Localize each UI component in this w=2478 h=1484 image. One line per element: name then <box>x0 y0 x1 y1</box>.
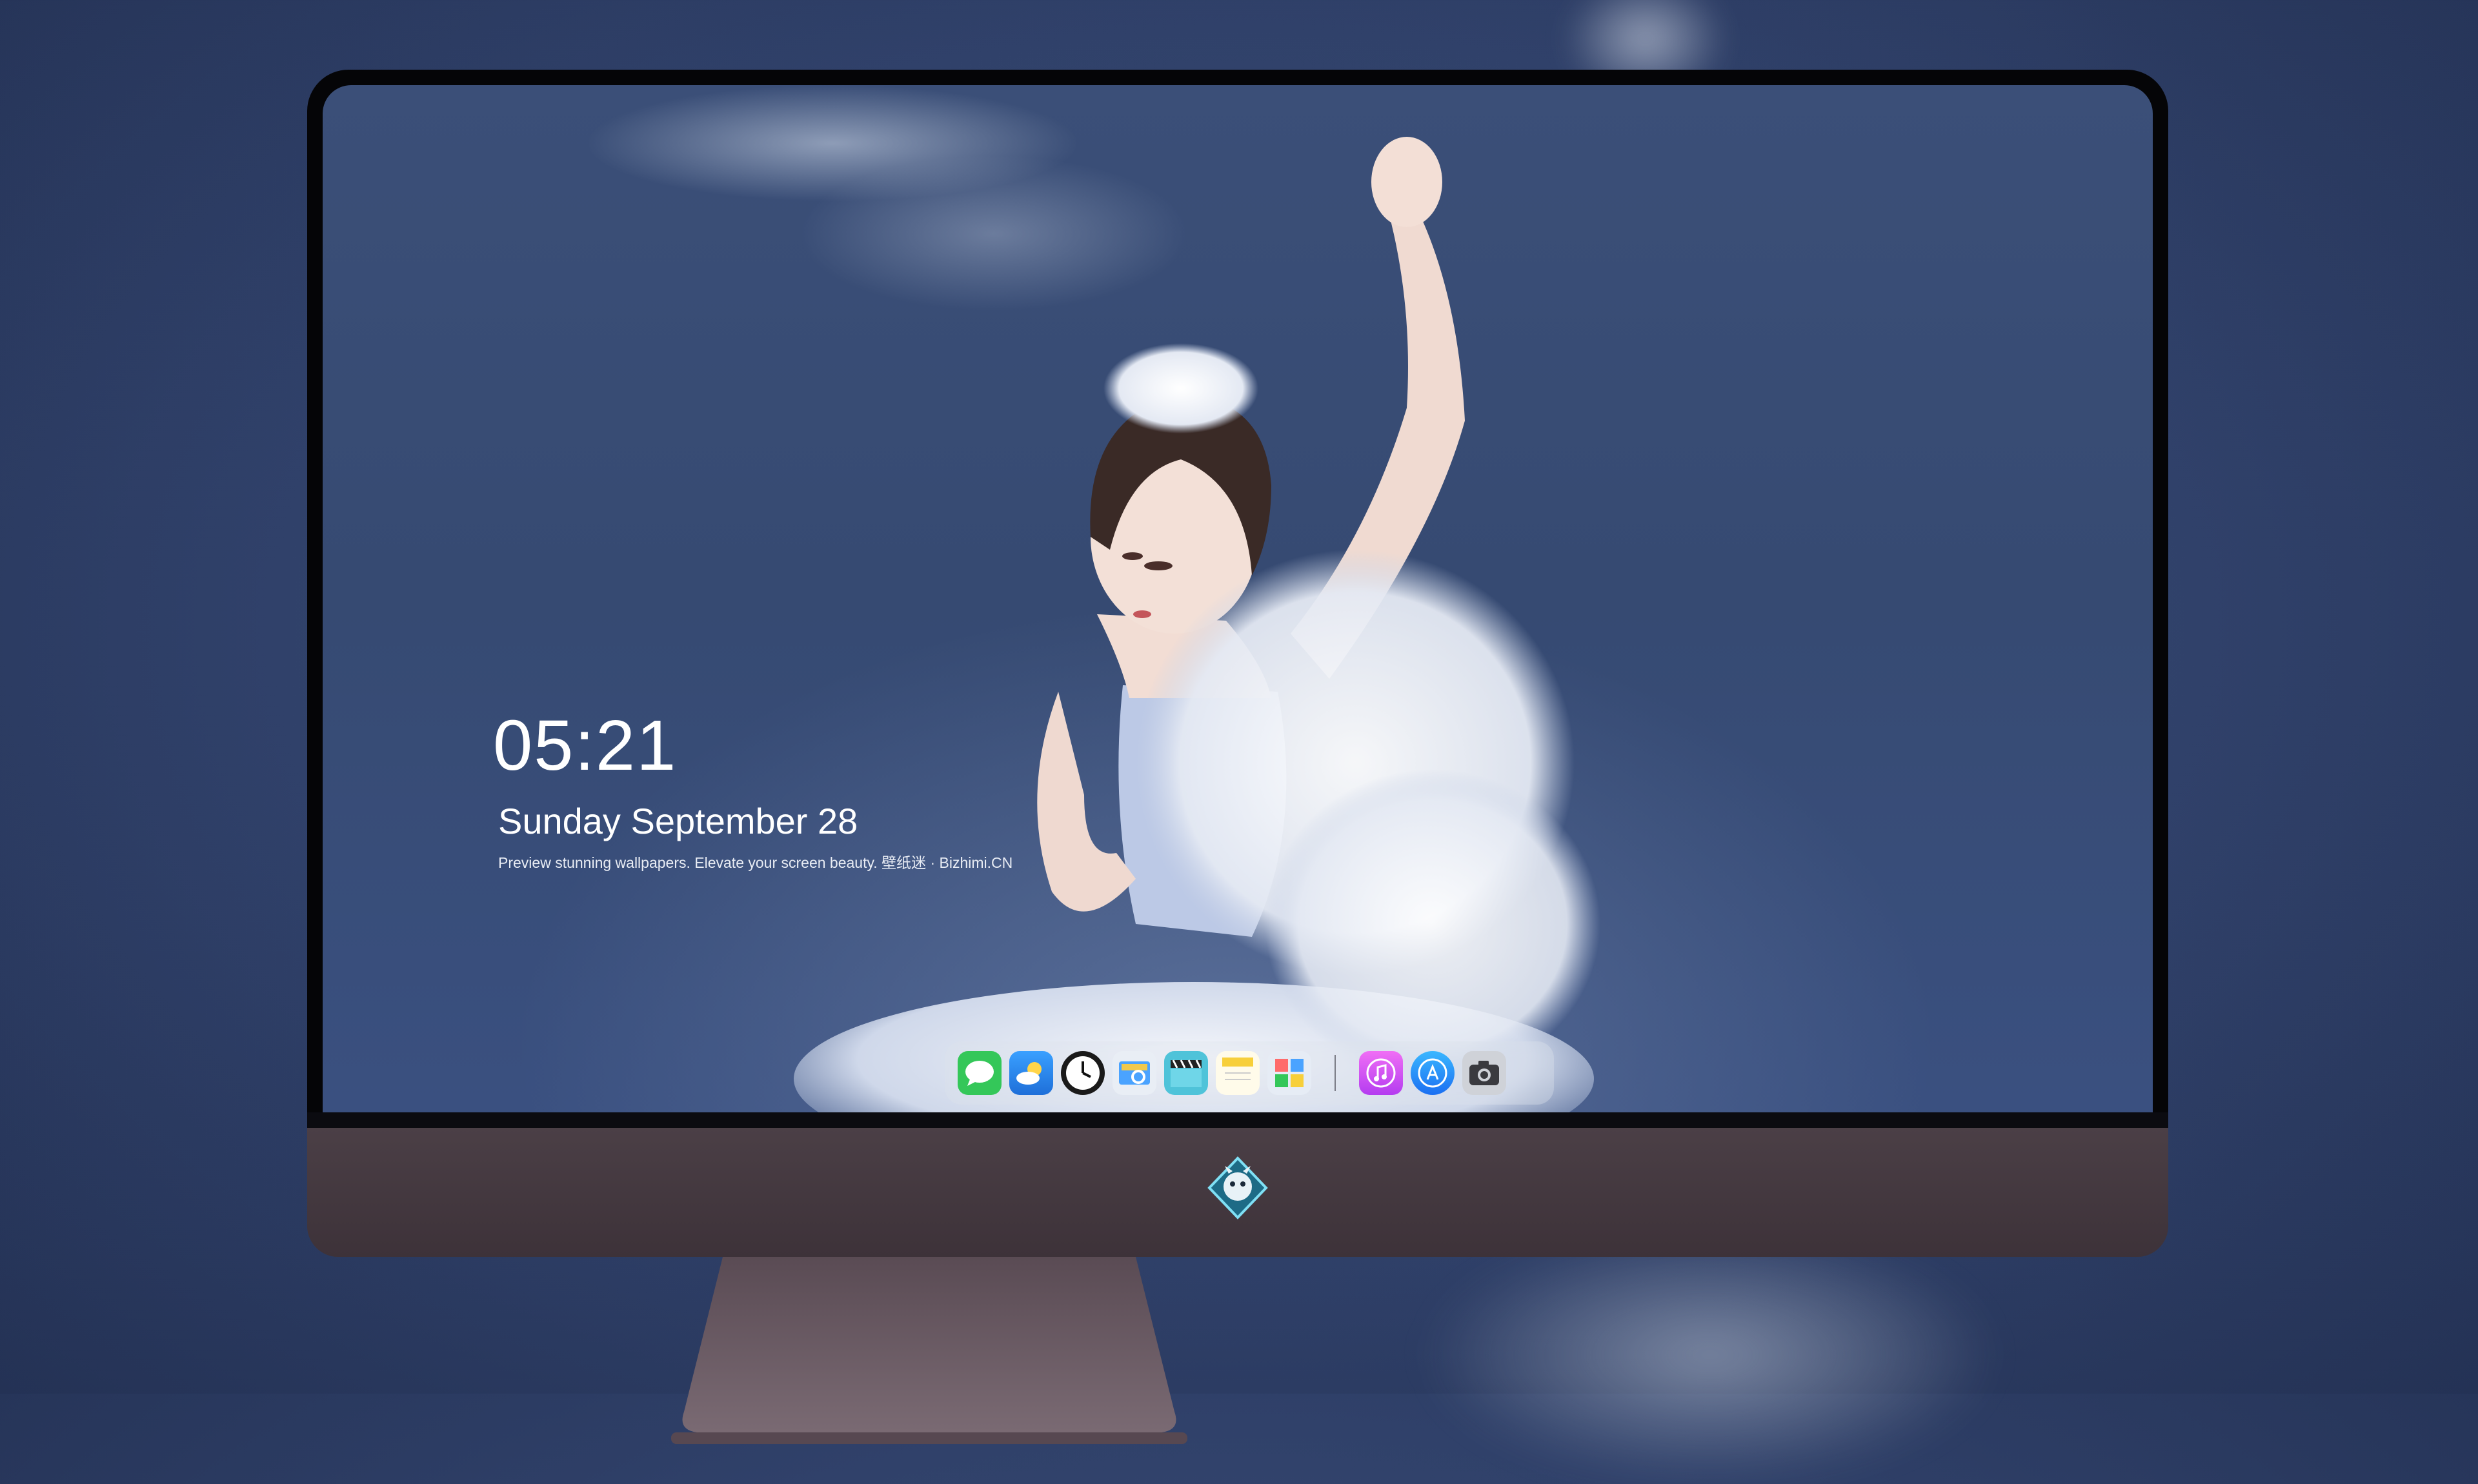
desktop-screen: 05:21 Sunday September 28 Preview stunni… <box>323 85 2153 1112</box>
clock-time: 05:21 <box>493 706 678 785</box>
bezel-bottom-strip <box>307 1112 2168 1129</box>
wallpaper-dancer <box>794 137 1600 1112</box>
weather-icon[interactable] <box>1009 1051 1053 1095</box>
dock-separator <box>1335 1055 1336 1091</box>
dock <box>945 1041 1554 1105</box>
background-glow <box>1420 1226 2000 1484</box>
wallpaper-tagline: Preview stunning wallpapers. Elevate you… <box>498 854 1013 871</box>
app-store-icon[interactable] <box>1411 1051 1455 1095</box>
messages-icon[interactable] <box>958 1051 1002 1095</box>
music-icon[interactable] <box>1359 1051 1403 1095</box>
preview-icon[interactable] <box>1113 1051 1156 1095</box>
monitor-bezel: 05:21 Sunday September 28 Preview stunni… <box>307 70 2168 1128</box>
dragon-mascot-logo-icon <box>1207 1156 1268 1219</box>
clock-icon[interactable] <box>1061 1051 1105 1095</box>
photos-widget-icon[interactable] <box>1267 1051 1311 1095</box>
video-editor-icon[interactable] <box>1164 1051 1208 1095</box>
notes-icon[interactable] <box>1216 1051 1260 1095</box>
camera-icon[interactable] <box>1462 1051 1506 1095</box>
monitor-stand <box>671 1257 1187 1444</box>
monitor-mockup: 05:21 Sunday September 28 Preview stunni… <box>307 70 2168 1444</box>
clock-date: Sunday September 28 <box>498 801 858 841</box>
